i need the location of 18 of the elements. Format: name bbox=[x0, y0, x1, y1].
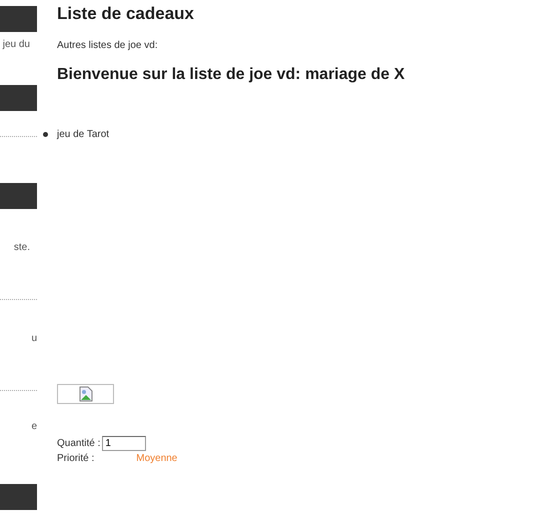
other-lists-text: Autres listes de joe vd: bbox=[57, 40, 159, 51]
priority-label: Priorité : bbox=[57, 453, 94, 464]
sidebar-text: ste. bbox=[12, 242, 31, 253]
sidebar-text: u bbox=[30, 333, 37, 344]
priority-value: Moyenne bbox=[136, 453, 178, 464]
sidebar-block bbox=[0, 183, 37, 209]
sidebar-block bbox=[0, 6, 37, 32]
quantity-label: Quantité : bbox=[57, 438, 100, 449]
sidebar-text: jeu du bbox=[2, 39, 31, 50]
sidebar-block bbox=[0, 85, 37, 111]
broken-image-icon bbox=[78, 386, 92, 402]
sidebar-block bbox=[0, 484, 37, 510]
gift-item: jeu de Tarot bbox=[57, 129, 110, 140]
welcome-heading: Bienvenue sur la liste de joe vd: mariage de X bbox=[57, 66, 405, 84]
page-title: Liste de cadeaux bbox=[57, 4, 196, 24]
quantity-field[interactable]: 1 bbox=[102, 436, 146, 451]
bullet-icon bbox=[43, 132, 48, 137]
sidebar-text: e bbox=[30, 421, 37, 432]
